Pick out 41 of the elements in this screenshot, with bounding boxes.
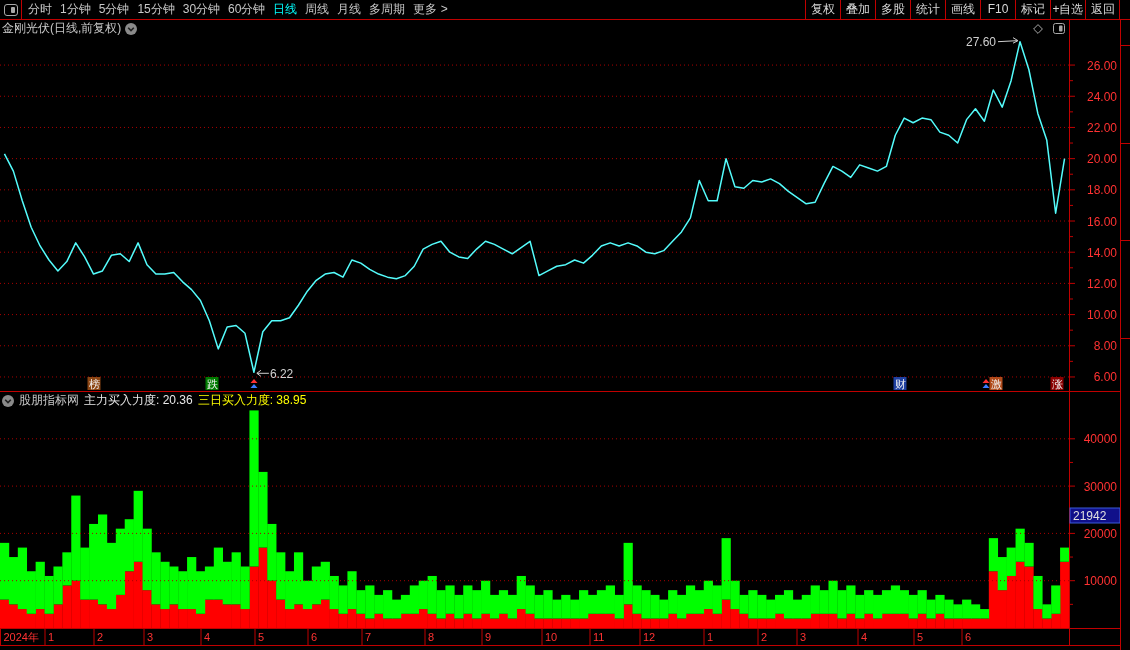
date-label: 12 [643, 631, 656, 643]
axis-label: 10.00 [1086, 308, 1117, 323]
date-label: 8 [428, 631, 435, 643]
axis-label: 26.00 [1086, 58, 1117, 73]
axis-label: 20.00 [1086, 152, 1117, 167]
axis-label: 22.00 [1086, 120, 1117, 135]
price-annotation: 6.22 [269, 367, 294, 382]
axis-label: 8.00 [1093, 339, 1117, 354]
current-value-tag: 21942 [1069, 507, 1120, 524]
date-label: 3 [147, 631, 154, 643]
indicator-readout: 主力买入力度: 20.36 [84, 392, 193, 409]
indicator-name: 股朋指标网 [19, 392, 79, 409]
date-label: 6 [311, 631, 318, 643]
axis-label: 40000 [1083, 432, 1117, 447]
axis-label: 18.00 [1086, 183, 1117, 198]
date-label: 4 [861, 631, 868, 643]
date-label: 2 [761, 631, 768, 643]
date-label: 1 [48, 631, 55, 643]
date-label: 9 [485, 631, 492, 643]
date-label: 2024年 [3, 631, 39, 643]
axis-label: 16.00 [1086, 214, 1117, 229]
price-annotation: 27.60 [965, 37, 996, 49]
axis-label: 6.00 [1093, 370, 1117, 385]
date-label: 4 [204, 631, 211, 643]
date-label: 2 [97, 631, 104, 643]
axis-label: 10000 [1083, 574, 1117, 589]
axis-label: 12.00 [1086, 276, 1117, 291]
chart-title: 金刚光伏(日线,前复权) [2, 20, 122, 37]
date-label: 5 [258, 631, 265, 643]
axis-label: 24.00 [1086, 89, 1117, 104]
date-label: 11 [593, 631, 605, 643]
axis-label: 20000 [1083, 526, 1117, 541]
date-label: 10 [545, 631, 558, 643]
date-label: 7 [365, 631, 372, 643]
date-label: 5 [917, 631, 924, 643]
axis-label: 14.00 [1086, 245, 1117, 260]
axis-label: 30000 [1083, 479, 1117, 494]
date-label: 3 [800, 631, 807, 643]
indicator-readout: 三日买入力度: 38.95 [197, 392, 307, 409]
date-label: 1 [707, 631, 714, 643]
date-label: 6 [965, 631, 972, 643]
